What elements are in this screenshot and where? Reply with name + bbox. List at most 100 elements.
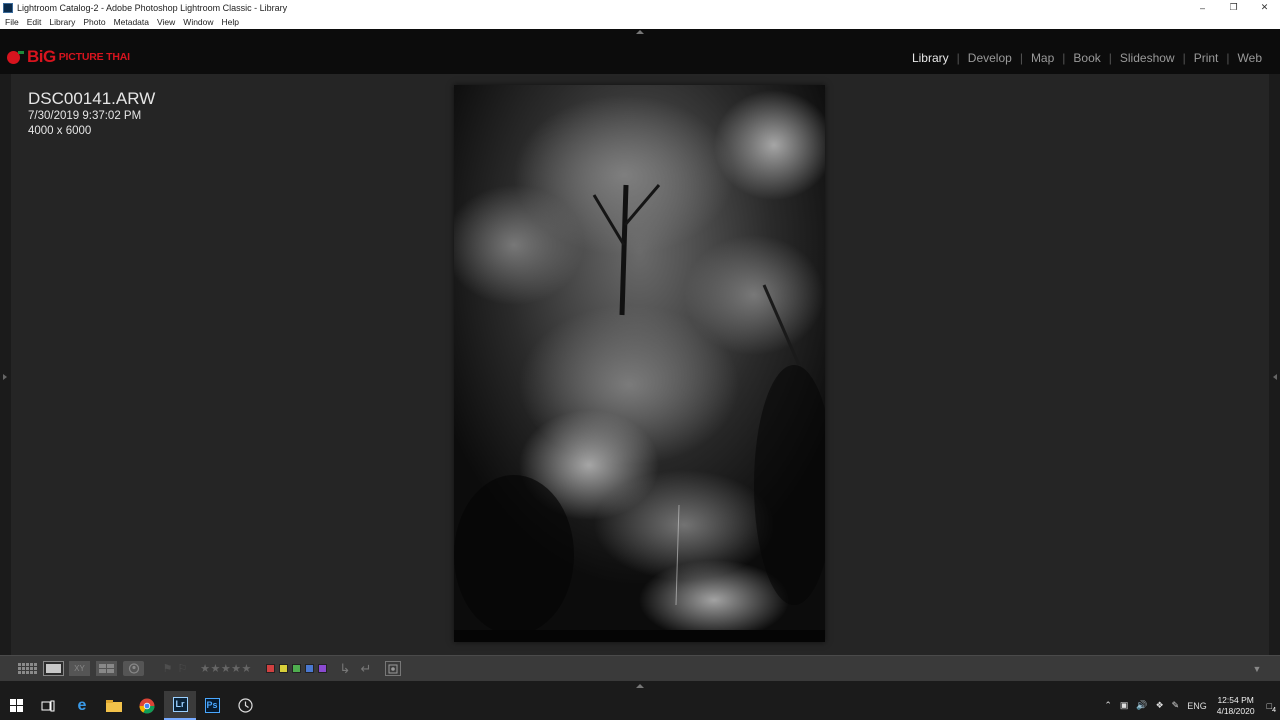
lightroom-taskbar-button[interactable]: Lr bbox=[164, 691, 196, 720]
menu-metadata[interactable]: Metadata bbox=[114, 17, 149, 27]
logo-sub-text: PICTURE THAI bbox=[58, 51, 130, 63]
color-label-red[interactable] bbox=[265, 664, 275, 673]
compare-view-icon: XY bbox=[74, 664, 85, 673]
photoshop-taskbar-button[interactable]: Ps bbox=[196, 691, 228, 720]
volume-icon[interactable]: 🔊 bbox=[1136, 700, 1147, 711]
people-view-button[interactable] bbox=[123, 661, 144, 676]
loupe-view-icon bbox=[46, 664, 61, 673]
right-panel-collapsed[interactable] bbox=[1269, 74, 1280, 655]
window-titlebar: Lightroom Catalog-2 - Adobe Photoshop Li… bbox=[0, 0, 1280, 15]
logo-big-text: BiG bbox=[27, 47, 56, 66]
lightroom-icon: Lr bbox=[172, 697, 188, 712]
module-library[interactable]: Library bbox=[904, 51, 957, 65]
clock-app-taskbar-button[interactable] bbox=[229, 691, 261, 720]
window-controls: – ❐ ✕ bbox=[1187, 0, 1280, 15]
menu-view[interactable]: View bbox=[157, 17, 175, 27]
clock-app-icon bbox=[237, 698, 253, 713]
rotate-right-icon: ↵ bbox=[360, 660, 372, 676]
lightroom-app-icon bbox=[3, 2, 13, 13]
task-view-icon bbox=[41, 700, 55, 711]
file-explorer-taskbar-button[interactable] bbox=[98, 691, 130, 720]
color-label-blue[interactable] bbox=[304, 664, 314, 673]
identity-plate-logo: BiG PICTURE THAI bbox=[2, 45, 130, 69]
photoshop-icon: Ps bbox=[204, 698, 220, 713]
windows-start-button[interactable] bbox=[0, 691, 32, 720]
menu-edit[interactable]: Edit bbox=[27, 17, 42, 27]
photo-filename: DSC00141.ARW bbox=[28, 89, 156, 108]
grid-view-button[interactable] bbox=[17, 661, 38, 676]
star-rating[interactable]: ★★★★★ bbox=[197, 661, 255, 676]
loupe-info-overlay: DSC00141.ARW 7/30/2019 9:37:02 PM 4000 x… bbox=[28, 89, 155, 139]
survey-view-icon bbox=[99, 664, 114, 673]
filmstrip-collapsed[interactable] bbox=[0, 681, 1280, 691]
photo-dimensions: 4000 x 6000 bbox=[28, 125, 92, 137]
notification-count: 4 bbox=[1272, 706, 1276, 714]
menu-window[interactable]: Window bbox=[183, 17, 213, 27]
module-picker: Library | Develop | Map | Book | Slidesh… bbox=[904, 51, 1270, 65]
filmstrip-toggle-icon[interactable] bbox=[636, 684, 644, 688]
close-button[interactable]: ✕ bbox=[1249, 0, 1280, 15]
clock-time: 12:54 PM bbox=[1217, 694, 1254, 705]
module-print[interactable]: Print bbox=[1186, 51, 1227, 65]
forest-bw-photo bbox=[454, 85, 825, 642]
people-view-icon bbox=[128, 663, 139, 674]
photo-preview[interactable] bbox=[454, 85, 825, 642]
color-label-purple[interactable] bbox=[317, 664, 327, 673]
input-language[interactable]: ENG bbox=[1187, 701, 1207, 711]
crop-icon bbox=[388, 664, 398, 673]
photo-capture-datetime: 7/30/2019 9:37:02 PM bbox=[28, 110, 142, 122]
task-view-button[interactable] bbox=[32, 691, 64, 720]
color-label-green[interactable] bbox=[291, 664, 301, 673]
window-title: Lightroom Catalog-2 - Adobe Photoshop Li… bbox=[17, 2, 288, 13]
network-icon[interactable]: ▣ bbox=[1120, 700, 1129, 711]
edge-icon: e bbox=[77, 696, 87, 714]
color-label-yellow[interactable] bbox=[278, 664, 288, 673]
left-panel-collapsed[interactable] bbox=[0, 74, 11, 655]
clock-date: 4/18/2020 bbox=[1216, 705, 1255, 716]
taskbar-clock[interactable]: 12:54 PM 4/18/2020 bbox=[1217, 695, 1255, 717]
loupe-view[interactable]: DSC00141.ARW 7/30/2019 9:37:02 PM 4000 x… bbox=[0, 74, 1280, 655]
library-toolbar: XY ⚑ ⚐ ★★★★★ ↳ ↵ ▼ bbox=[0, 655, 1280, 681]
toolbar-content-menu[interactable]: ▼ bbox=[1252, 661, 1262, 676]
chrome-icon bbox=[139, 698, 155, 713]
top-panel-toggle-icon[interactable] bbox=[636, 30, 644, 34]
rotate-left-button[interactable]: ↳ bbox=[338, 661, 352, 676]
loupe-view-button[interactable] bbox=[43, 661, 64, 676]
color-labels bbox=[264, 661, 328, 676]
compare-view-button[interactable]: XY bbox=[69, 661, 90, 676]
survey-view-button[interactable] bbox=[96, 661, 117, 676]
flag-reject-icon[interactable]: ⚐ bbox=[178, 662, 188, 675]
right-panel-toggle-icon[interactable] bbox=[1273, 374, 1277, 380]
module-book[interactable]: Book bbox=[1065, 51, 1108, 65]
chrome-taskbar-button[interactable] bbox=[131, 691, 163, 720]
restore-button[interactable]: ❐ bbox=[1218, 0, 1249, 15]
dropbox-icon[interactable]: ❖ bbox=[1156, 700, 1164, 711]
pen-icon[interactable]: ✎ bbox=[1172, 700, 1180, 711]
system-tray: ⌃ ▣ 🔊 ❖ ✎ ENG 12:54 PM 4/18/2020 □ 4 bbox=[1100, 691, 1280, 720]
crop-button[interactable] bbox=[385, 661, 401, 676]
module-picker-bar: BiG PICTURE THAI Library | Develop | Map… bbox=[0, 29, 1280, 74]
module-develop[interactable]: Develop bbox=[960, 51, 1020, 65]
menu-photo[interactable]: Photo bbox=[83, 17, 105, 27]
chevron-down-icon: ▼ bbox=[1252, 663, 1262, 674]
left-panel-toggle-icon[interactable] bbox=[3, 374, 7, 380]
rotate-left-icon: ↳ bbox=[339, 660, 351, 676]
minimize-button[interactable]: – bbox=[1187, 0, 1218, 15]
menu-help[interactable]: Help bbox=[222, 17, 239, 27]
logo-green-mark-icon bbox=[18, 50, 24, 54]
flag-pick-icon[interactable]: ⚑ bbox=[163, 662, 173, 675]
notification-center-icon[interactable]: □ 4 bbox=[1267, 701, 1276, 714]
windows-start-icon bbox=[9, 699, 23, 712]
windows-taskbar: e Lr Ps ⌃ ▣ 🔊 ❖ ✎ ENG 12:54 PM 4/18/2020… bbox=[0, 691, 1280, 720]
flag-controls[interactable]: ⚑ ⚐ bbox=[160, 661, 190, 676]
menu-library[interactable]: Library bbox=[49, 17, 75, 27]
module-web[interactable]: Web bbox=[1230, 51, 1270, 65]
tray-overflow-chevron-icon[interactable]: ⌃ bbox=[1104, 700, 1112, 711]
edge-taskbar-button[interactable]: e bbox=[66, 691, 98, 720]
module-slideshow[interactable]: Slideshow bbox=[1112, 51, 1183, 65]
module-map[interactable]: Map bbox=[1023, 51, 1062, 65]
rotate-right-button[interactable]: ↵ bbox=[359, 661, 373, 676]
menu-file[interactable]: File bbox=[5, 17, 19, 27]
menu-bar: File Edit Library Photo Metadata View Wi… bbox=[0, 15, 1280, 29]
file-explorer-icon bbox=[106, 699, 122, 712]
